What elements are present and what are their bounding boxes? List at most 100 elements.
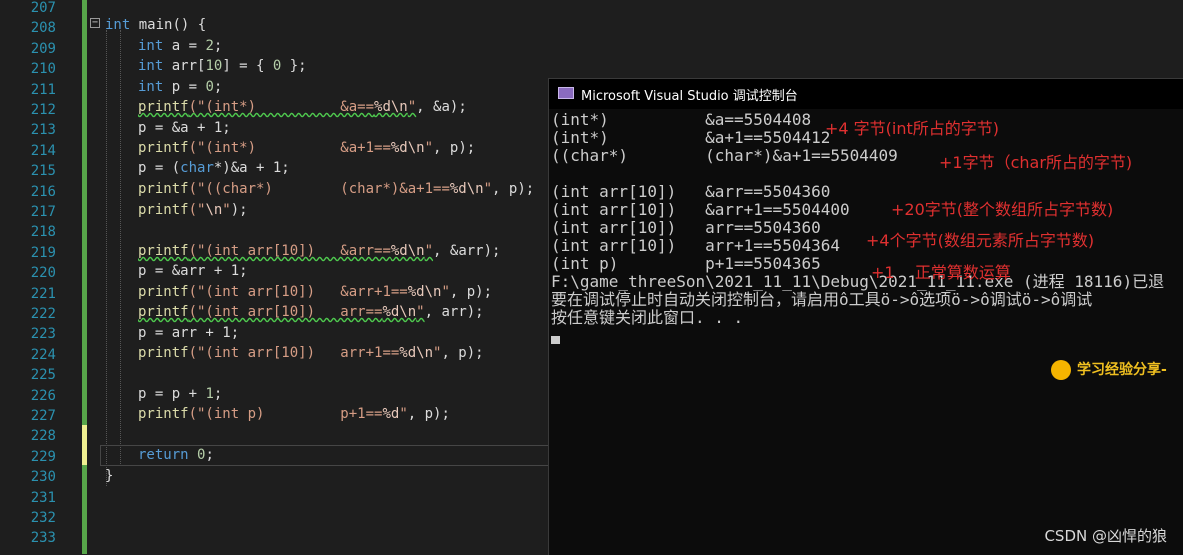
code-line[interactable]: p = &a + 1; (138, 118, 231, 138)
code-line[interactable]: int arr[10] = { 0 }; (138, 56, 307, 76)
annotation: +4 字节(int所占的字节) (825, 119, 1000, 138)
string-literal: " (441, 284, 450, 300)
code-line[interactable]: p = arr + 1; (138, 323, 239, 343)
code-text: arr[ (163, 58, 206, 74)
line-number: 214 (30, 142, 56, 159)
annotation: +1 正常算数运算 (871, 263, 1011, 282)
string-literal: ("(int arr[10]) arr+1== (188, 345, 400, 361)
line-number-gutter: 207 208 209 210 211 212 213 214 215 216 217 218 219 2… (0, 0, 80, 554)
code-line[interactable]: printf("(int arr[10]) &arr+1==%d\n", p); (138, 282, 492, 302)
code-text: } (105, 468, 114, 484)
line-number: 230 (30, 469, 56, 486)
function-name: printf (138, 181, 189, 197)
line-number: 208 (30, 20, 56, 37)
code-text: p = ( (138, 160, 181, 176)
debug-console-window[interactable]: Microsoft Visual Studio 调试控制台 (int*) &a=… (548, 78, 1183, 555)
code-line[interactable]: printf("((char*) (char*)&a+1==%d\n", p); (138, 179, 534, 199)
code-line[interactable]: p = (char*)&a + 1; (138, 158, 290, 178)
code-line[interactable]: } (105, 466, 113, 486)
console-line: 按任意键关闭此窗口. . . (551, 308, 744, 327)
watermark: CSDN @凶悍的狼 (1044, 527, 1167, 545)
code-line[interactable]: printf("(int p) p+1==%d", p); (138, 404, 450, 424)
function-name: printf (138, 406, 189, 422)
code-text: p = &arr + 1; (138, 263, 248, 279)
badge-label: 学习经验分享- (1077, 362, 1167, 378)
console-app-icon (558, 87, 574, 99)
console-line: (int p) p+1==5504365 (551, 254, 821, 273)
code-line[interactable]: printf("(int*) &a+1==%d\n", p); (138, 138, 475, 158)
line-number: 229 (30, 448, 56, 465)
console-cursor (551, 336, 560, 344)
line-number: 224 (30, 346, 56, 363)
line-number: 216 (30, 183, 56, 200)
string-literal: " (399, 406, 408, 422)
string-literal: " (424, 243, 434, 259)
line-number: 211 (30, 81, 56, 98)
code-text: , p); (433, 140, 476, 156)
code-text: p = arr + 1; (138, 325, 240, 341)
string-literal: ("((char*) (char*)&a+1== (188, 181, 450, 197)
code-text: ] = { (222, 58, 273, 74)
code-text: , p); (449, 284, 493, 300)
code-line[interactable]: int main() { (105, 15, 206, 35)
line-number: 217 (30, 204, 56, 220)
format-specifier: %d\n (390, 140, 425, 156)
code-text: ; (213, 386, 223, 402)
console-title: Microsoft Visual Studio 调试控制台 (581, 89, 798, 104)
console-line: (int*) &a+1==5504412 (551, 128, 831, 147)
line-number: 207 (30, 0, 56, 16)
number-literal: 10 (205, 58, 223, 74)
code-text: , &arr); (433, 243, 501, 259)
code-line[interactable]: int p = 0; (138, 77, 222, 97)
console-line: (int*) &a==5504408 (551, 110, 812, 129)
format-specifier: %d\n (449, 181, 484, 197)
function-name: printf (138, 345, 189, 361)
code-line[interactable]: printf("(int arr[10]) arr+1==%d\n", p); (138, 343, 484, 363)
code-line[interactable]: printf("(int arr[10]) &arr==%d\n", &arr)… (138, 241, 500, 261)
console-line: 要在调试停止时自动关闭控制台，请启用ô工具ö->ô选项ö->ô调试ö->ô调试 (551, 290, 1093, 309)
string-literal: ("(int arr[10]) &arr+1== (188, 284, 408, 300)
code-text: }; (281, 58, 307, 74)
code-line[interactable]: p = &arr + 1; (138, 261, 248, 281)
circle-icon (1051, 360, 1071, 380)
code-line[interactable]: printf("\n"); (138, 200, 248, 220)
format-specifier: %d\n (374, 99, 408, 115)
code-line[interactable]: p = p + 1; (138, 384, 222, 404)
number-literal: 2 (205, 38, 214, 54)
function-name: printf (138, 243, 189, 259)
code-line[interactable]: return 0; (138, 445, 214, 465)
code-text: p = &a + 1; (138, 120, 231, 136)
string-literal: ("(int*) &a+1== (188, 140, 391, 156)
annotation: +20字节(整个数组所占字节数) (891, 200, 1114, 219)
console-line: (int arr[10]) arr==5504360 (551, 218, 821, 237)
code-text: ; (205, 447, 214, 463)
code-text: *)&a + 1; (213, 160, 290, 176)
function-name: printf (138, 304, 189, 320)
code-text: , p); (492, 181, 535, 197)
function-name: printf (138, 140, 189, 156)
format-specifier: %d\n (407, 284, 442, 300)
string-literal: " (424, 140, 434, 156)
code-text: , &a); (416, 99, 467, 115)
string-literal: " (222, 202, 231, 218)
line-number: 227 (30, 408, 56, 424)
function-name: printf (138, 99, 189, 115)
code-line[interactable]: printf("(int*) &a==%d\n", &a); (138, 97, 467, 117)
code-line[interactable]: printf("(int arr[10]) arr==%d\n", arr); (138, 302, 484, 322)
code-line[interactable]: int a = 2; (138, 36, 222, 56)
line-number: 212 (30, 102, 56, 118)
keyword: int (105, 17, 131, 33)
line-number: 210 (30, 61, 56, 78)
keyword: int (138, 58, 164, 74)
line-number: 221 (30, 285, 56, 302)
line-number: 215 (30, 163, 56, 180)
console-title-bar[interactable]: Microsoft Visual Studio 调试控制台 (549, 79, 1183, 109)
line-number: 213 (30, 122, 56, 139)
collapse-toggle-icon[interactable]: − (90, 18, 100, 28)
line-number: 232 (30, 510, 56, 526)
code-text: p = (163, 79, 206, 95)
unsaved-change-marker (82, 425, 87, 445)
line-number: 228 (30, 428, 56, 445)
code-text: , p); (441, 345, 484, 361)
